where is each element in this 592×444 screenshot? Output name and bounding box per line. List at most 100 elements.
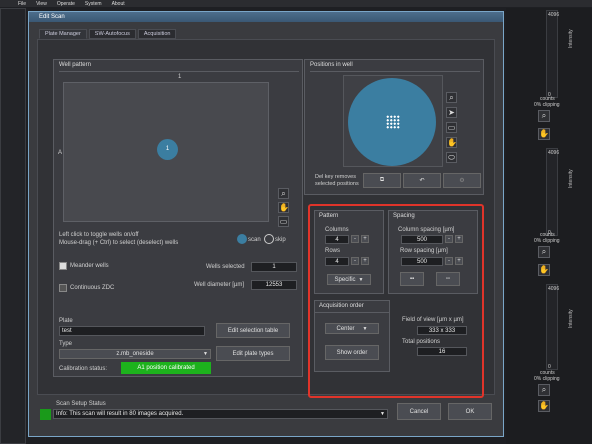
compact-spacing-button[interactable]: ▪▪ — [400, 272, 424, 286]
cancel-button[interactable]: Cancel — [397, 403, 441, 420]
well-diameter-field[interactable]: 12553 — [251, 280, 297, 290]
total-positions-field: 16 — [417, 347, 467, 356]
column-spacing-decrement-button[interactable]: - — [445, 235, 453, 243]
status-indicator — [40, 409, 51, 420]
rows-decrement-button[interactable]: - — [351, 257, 359, 265]
menu-bar: File View Operate System About — [0, 0, 592, 7]
settings-button[interactable]: ⚙ — [443, 173, 481, 188]
well-position-map[interactable] — [343, 75, 443, 167]
row-spacing-label: Row spacing [µm] — [400, 248, 448, 254]
column-spacing-increment-button[interactable]: + — [455, 235, 463, 243]
fov-field: 333 x 333 — [417, 326, 467, 335]
calibration-status-badge: A1 position calibrated — [121, 362, 211, 374]
grid-compact-icon: ▪▪ — [409, 276, 415, 282]
divider — [315, 312, 389, 313]
clipping-label-2: 0% clipping — [534, 238, 560, 244]
intensity-axis-label-1: Intensity — [568, 29, 574, 48]
menu-view[interactable]: View — [36, 1, 47, 7]
hand-icon[interactable]: ✋ — [278, 202, 289, 213]
hand-icon[interactable]: ✋ — [538, 400, 550, 412]
row-header: A — [58, 150, 63, 156]
row-spacing-increment-button[interactable]: + — [455, 257, 463, 265]
search-icon[interactable]: ⌕ — [538, 384, 550, 396]
pattern-mode-dropdown[interactable]: Specific ▼ — [327, 274, 371, 285]
hand-icon[interactable]: ✋ — [446, 137, 457, 148]
edit-plate-types-button[interactable]: Edit plate types — [216, 346, 290, 361]
rectangle-icon[interactable]: ▭ — [446, 122, 457, 133]
undo-icon: ↶ — [419, 178, 425, 184]
show-order-button[interactable]: Show order — [325, 345, 379, 360]
pointer-icon[interactable]: ➤ — [446, 107, 457, 118]
zoom-icon[interactable]: ⌕ — [446, 92, 457, 103]
plate-type-value: z.mb_oneside — [116, 351, 154, 357]
skip-legend-icon — [264, 234, 274, 244]
rectangle-select-icon[interactable]: ▭ — [278, 216, 289, 227]
status-info-text: Info: This scan will result in 80 images… — [56, 411, 184, 417]
well-plate-map[interactable]: 1 — [63, 82, 269, 222]
well-a1[interactable]: 1 — [157, 139, 178, 160]
plate-type-dropdown[interactable]: z.mb_oneside ▼ — [59, 349, 211, 359]
instructions-drag: Mouse-drag (+ Ctrl) to select (deselect)… — [59, 240, 179, 246]
status-info-field[interactable]: Info: This scan will result in 80 images… — [53, 409, 388, 419]
pattern-mode-value: Specific — [334, 276, 356, 283]
column-spacing-label: Column spacing [µm] — [398, 227, 455, 233]
ok-button[interactable]: OK — [448, 403, 492, 420]
histogram-max-2: 4096 — [548, 150, 560, 156]
instructions-toggle: Left click to toggle wells on/off — [59, 232, 139, 238]
histogram-bar-2 — [546, 148, 558, 236]
ellipse-icon[interactable]: ⬭ — [446, 152, 457, 163]
acquisition-order-dropdown[interactable]: Center ▼ — [325, 323, 379, 334]
undo-button[interactable]: ↶ — [403, 173, 441, 188]
calibration-status-label: Calibration status: — [59, 366, 108, 372]
wells-selected-label: Wells selected — [206, 264, 245, 270]
chevron-down-icon: ▼ — [203, 351, 208, 357]
shapes-icon: ⧉ — [379, 177, 385, 183]
total-positions-label: Total positions — [402, 339, 441, 345]
chevron-down-icon: ▼ — [362, 325, 368, 332]
edit-selection-table-button[interactable]: Edit selection table — [216, 323, 290, 338]
hand-icon[interactable]: ✋ — [538, 264, 550, 276]
column-spacing-field[interactable]: 500 — [401, 235, 443, 244]
type-label: Type — [59, 341, 73, 347]
histogram-bar-3 — [546, 284, 558, 370]
columns-field[interactable]: 4 — [325, 235, 349, 244]
menu-system[interactable]: System — [85, 1, 102, 7]
intensity-axis-label-3: Intensity — [568, 309, 574, 328]
tab-sw-autofocus[interactable]: SW-Autofocus — [88, 29, 136, 39]
rows-label: Rows — [325, 248, 341, 254]
plate-manager-content: Well pattern 1 A 1 ⌕ ✋ ▭ Left click to t… — [37, 39, 495, 398]
column-header: 1 — [178, 74, 182, 80]
columns-label: Columns — [325, 227, 349, 233]
acquisition-order-title: Acquisition order — [319, 303, 364, 309]
search-icon[interactable]: ⌕ — [538, 110, 550, 122]
rows-field[interactable]: 4 — [325, 257, 349, 266]
row-spacing-decrement-button[interactable]: - — [445, 257, 453, 265]
search-icon[interactable]: ⌕ — [538, 246, 550, 258]
menu-file[interactable]: File — [18, 1, 26, 7]
zoom-icon[interactable]: ⌕ — [278, 188, 289, 199]
columns-decrement-button[interactable]: - — [351, 235, 359, 243]
histogram-column: 4096 0 counts 0% clipping ⌕ ✋ 4096 0 cou… — [506, 8, 592, 444]
menu-operate[interactable]: Operate — [57, 1, 75, 7]
add-position-button[interactable]: ⧉ — [363, 173, 401, 188]
well-label: 1 — [165, 146, 170, 152]
well-pattern-panel: Well pattern 1 A 1 ⌕ ✋ ▭ Left click to t… — [53, 59, 303, 377]
gear-icon: ⚙ — [459, 178, 465, 184]
rows-increment-button[interactable]: + — [361, 257, 369, 265]
columns-increment-button[interactable]: + — [361, 235, 369, 243]
scan-setup-status-title: Scan Setup Status — [56, 401, 106, 407]
meander-checkbox[interactable] — [59, 262, 67, 270]
continuous-zdc-label: Continuous ZDC — [70, 285, 115, 291]
fov-label: Field of view [µm x µm] — [402, 317, 464, 323]
histogram-max-3: 4096 — [548, 286, 560, 292]
tab-acquisition[interactable]: Acquisition — [137, 29, 177, 39]
plate-name-input[interactable]: test — [59, 326, 205, 336]
spread-spacing-button[interactable]: ▫▫ — [436, 272, 460, 286]
tab-plate-manager[interactable]: Plate Manager — [39, 29, 87, 39]
row-spacing-field[interactable]: 500 — [401, 257, 443, 266]
continuous-zdc-checkbox[interactable] — [59, 284, 67, 292]
divider — [310, 71, 480, 72]
menu-about[interactable]: About — [112, 1, 125, 7]
plate-label: Plate — [59, 318, 73, 324]
hand-icon[interactable]: ✋ — [538, 128, 550, 140]
